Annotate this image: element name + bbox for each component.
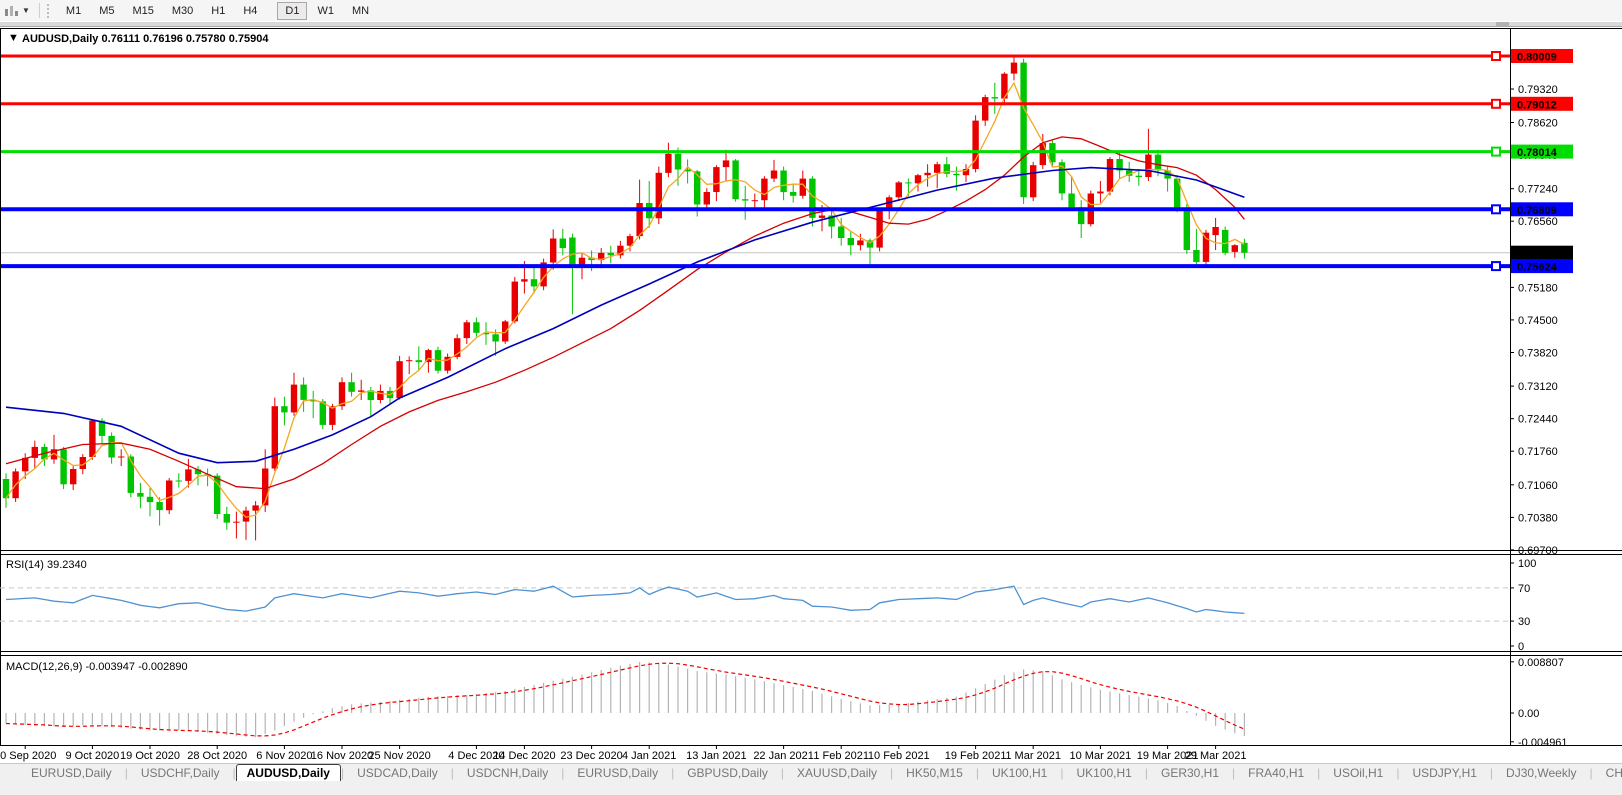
- macd-label: MACD(12,26,9) -0.003947 -0.002890: [6, 661, 188, 673]
- date-label: 19 Feb 2021: [945, 750, 1007, 762]
- price-badge-label: 0.75904: [1517, 248, 1558, 260]
- chart-tool-icon[interactable]: [4, 4, 18, 17]
- chart-render-layer: 0.793200.786200.779400.772400.765600.751…: [0, 28, 1622, 762]
- axis-price-label: 0.75180: [1518, 282, 1558, 294]
- price-badge-label: 0.78014: [1517, 147, 1558, 159]
- timeframe-button-m15[interactable]: M15: [124, 2, 161, 20]
- chart-tab-dj30-15[interactable]: DJ30,Weekly: [1493, 766, 1589, 780]
- chart-tab-xauusd-7[interactable]: XAUUSD,Daily: [784, 766, 890, 780]
- timeframe-button-m30[interactable]: M30: [164, 2, 201, 20]
- date-label: 10 Feb 2021: [868, 750, 930, 762]
- timeframe-button-m5[interactable]: M5: [91, 2, 122, 20]
- date-label: 28 Oct 2020: [187, 750, 247, 762]
- date-label: 22 Jan 2021: [753, 750, 814, 762]
- axis-price-label: 0.79320: [1518, 84, 1558, 96]
- price-badge-label: 0.79012: [1517, 99, 1557, 111]
- axis-price-label: 0.74500: [1518, 315, 1558, 327]
- timeframe-button-m1[interactable]: M1: [58, 2, 89, 20]
- chart-tab-ger30-11[interactable]: GER30,H1: [1148, 766, 1232, 780]
- chart-tab-usoil-13[interactable]: USOil,H1: [1320, 766, 1396, 780]
- rsi-scale-label: 70: [1518, 583, 1530, 595]
- macd-scale-label: 0.008807: [1518, 657, 1564, 669]
- axis-price-label: 0.77240: [1518, 184, 1558, 196]
- chart-tabs: EURUSD,Daily|USDCHF,Daily|AUDUSD,Daily|U…: [18, 764, 1622, 782]
- date-label: 4 Jan 2021: [622, 750, 676, 762]
- chart-tab-fra40-12[interactable]: FRA40,H1: [1235, 766, 1317, 780]
- chart-collapse-icon[interactable]: ▼: [8, 32, 19, 44]
- date-label: 13 Jan 2021: [686, 750, 747, 762]
- date-label: 23 Dec 2020: [560, 750, 622, 762]
- axis-price-label: 0.73820: [1518, 348, 1558, 360]
- price-badge-label: 0.80009: [1517, 52, 1557, 64]
- chart-tab-bar: EURUSD,Daily|USDCHF,Daily|AUDUSD,Daily|U…: [0, 763, 1622, 781]
- date-label: 1 Feb 2021: [813, 750, 869, 762]
- chart-tab-usdjpy-14[interactable]: USDJPY,H1: [1399, 766, 1489, 780]
- rsi-scale-label: 100: [1518, 558, 1536, 570]
- axis-price-label: 0.78620: [1518, 118, 1558, 130]
- chart-tab-hk50-8[interactable]: HK50,M15: [893, 766, 976, 780]
- status-bar: [0, 781, 1622, 795]
- rsi-scale-label: 0: [1518, 641, 1524, 653]
- date-label: 29 Mar 2021: [1185, 750, 1247, 762]
- timeframe-button-h1[interactable]: H1: [203, 2, 233, 20]
- date-label: 9 Oct 2020: [65, 750, 119, 762]
- timeframe-toolbar: ▼ M1M5M15M30H1H4 D1W1MN: [0, 0, 1622, 21]
- date-label: 30 Sep 2020: [0, 750, 56, 762]
- date-label: 6 Nov 2020: [256, 750, 312, 762]
- chart-tab-eurusd-0[interactable]: EURUSD,Daily: [18, 766, 125, 780]
- rsi-label: RSI(14) 39.2340: [6, 559, 87, 571]
- chart-title: AUDUSD,Daily 0.76111 0.76196 0.75780 0.7…: [22, 33, 269, 45]
- timeframe-button-w1[interactable]: W1: [309, 2, 342, 20]
- timeframe-button-mn[interactable]: MN: [344, 2, 377, 20]
- date-label: 10 Mar 2021: [1070, 750, 1132, 762]
- chart-tool-dropdown-icon[interactable]: ▼: [22, 6, 30, 15]
- axis-price-label: 0.71760: [1518, 446, 1558, 458]
- axis-price-label: 0.69700: [1518, 545, 1558, 557]
- chart-tab-china300-16[interactable]: CHINA300,H1: [1593, 766, 1622, 780]
- toolbar-divider: [39, 3, 40, 18]
- macd-scale-label: -0.004961: [1518, 737, 1568, 749]
- price-badge-label: 0.75624: [1517, 262, 1558, 274]
- macd-scale-label: 0.00: [1518, 708, 1539, 720]
- toolbar-grip: [47, 4, 51, 18]
- chart-tab-audusd-2[interactable]: AUDUSD,Daily: [236, 764, 341, 782]
- date-label: 1 Mar 2021: [1005, 750, 1061, 762]
- price-badge-label: 0.76809: [1517, 205, 1557, 217]
- splitter-handle[interactable]: [1496, 22, 1509, 26]
- axis-price-label: 0.70380: [1518, 512, 1558, 524]
- date-label: 14 Dec 2020: [493, 750, 555, 762]
- axis-price-label: 0.76560: [1518, 216, 1558, 228]
- rsi-scale-label: 30: [1518, 616, 1530, 628]
- timeframe-buttons: M1M5M15M30H1H4 D1W1MN: [57, 5, 378, 17]
- date-label: 25 Nov 2020: [368, 750, 430, 762]
- chart-tab-usdcad-3[interactable]: USDCAD,Daily: [344, 766, 451, 780]
- axis-price-label: 0.72440: [1518, 414, 1558, 426]
- price-chart: 0.793200.786200.779400.772400.765600.751…: [0, 27, 1622, 763]
- timeframe-button-h4[interactable]: H4: [235, 2, 265, 20]
- date-label: 16 Nov 2020: [311, 750, 373, 762]
- axis-price-label: 0.71060: [1518, 480, 1558, 492]
- date-label: 19 Oct 2020: [120, 750, 180, 762]
- chart-tab-usdchf-1[interactable]: USDCHF,Daily: [128, 766, 233, 780]
- chart-tab-uk100-9[interactable]: UK100,H1: [979, 766, 1060, 780]
- chart-tab-eurusd-5[interactable]: EURUSD,Daily: [564, 766, 671, 780]
- axis-price-label: 0.73120: [1518, 381, 1558, 393]
- chart-tab-usdcnh-4[interactable]: USDCNH,Daily: [454, 766, 561, 780]
- timeframe-button-d1[interactable]: D1: [277, 2, 307, 20]
- chart-tab-uk100-10[interactable]: UK100,H1: [1063, 766, 1144, 780]
- chart-tab-gbpusd-6[interactable]: GBPUSD,Daily: [674, 766, 781, 780]
